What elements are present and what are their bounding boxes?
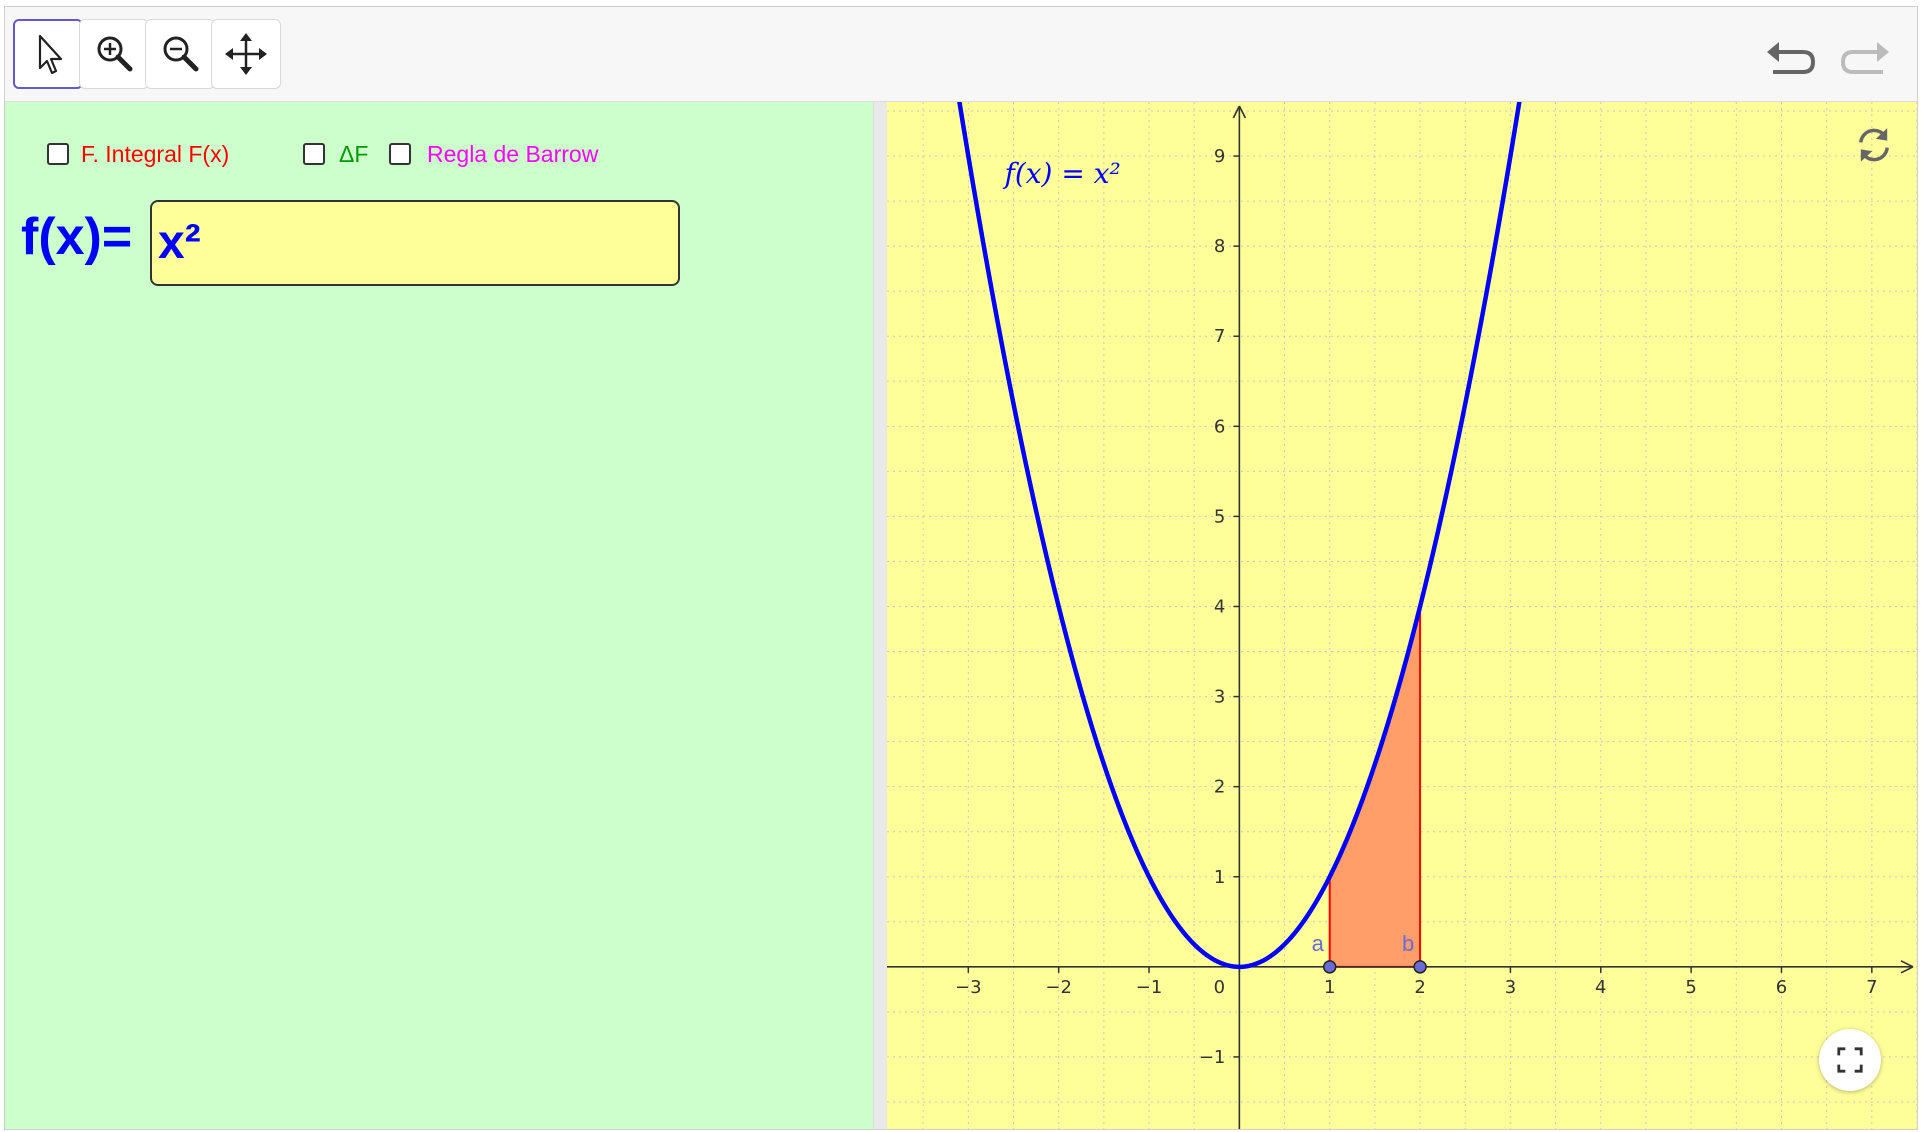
y-tick-label: −1 [1199, 1047, 1226, 1068]
checkbox-box[interactable] [47, 143, 69, 165]
redo-icon [1840, 42, 1889, 74]
arrow-pointer-icon [38, 34, 63, 75]
move-tool-button[interactable] [13, 19, 83, 89]
y-tick-label: 5 [1214, 506, 1225, 527]
x-tick-label: −3 [955, 977, 982, 998]
function-plot: −3 −2 −1 0 1 2 3 4 5 6 7 −1 1 2 3 4 5 6 7 8 9 f(x) = x² a b [887, 102, 1917, 1129]
function-label: f(x) = x² [1002, 157, 1120, 190]
integral-checkbox-label: F. Integral F(x) [81, 140, 230, 167]
y-tick-label: 3 [1214, 687, 1225, 708]
point-a [1322, 960, 1337, 974]
point-b [1413, 960, 1427, 974]
panel-divider[interactable] [873, 102, 887, 1129]
barrow-checkbox-label: Regla de Barrow [427, 140, 599, 167]
delta-f-checkbox-label: ΔF [339, 140, 369, 167]
y-tick-label: 1 [1214, 867, 1225, 888]
zoom-out-icon [163, 36, 199, 72]
function-input-label: f(x)= [21, 208, 133, 266]
y-tick-label: 2 [1214, 777, 1225, 798]
x-tick-label: 1 [1324, 977, 1335, 998]
toolbar [5, 7, 1917, 102]
fullscreen-icon [1837, 1047, 1863, 1073]
move-cross-icon [225, 33, 267, 75]
x-tick-label: 5 [1685, 977, 1696, 998]
fullscreen-button[interactable] [1819, 1029, 1881, 1091]
point-label-b: b [1402, 931, 1414, 956]
zoom-in-icon [97, 36, 133, 72]
reset-button[interactable] [1849, 120, 1899, 170]
graphics-view[interactable]: −3 −2 −1 0 1 2 3 4 5 6 7 −1 1 2 3 4 5 6 7 8 9 f(x) = x² a b [887, 102, 1917, 1129]
y-tick-label: 8 [1214, 236, 1225, 257]
redo-button[interactable] [1835, 31, 1895, 83]
x-tick-label: −1 [1136, 977, 1163, 998]
move-graphics-button[interactable] [211, 19, 281, 89]
integral-checkbox[interactable]: F. Integral F(x) [47, 139, 229, 169]
delta-f-checkbox[interactable]: ΔF [303, 139, 368, 169]
x-tick-label: 3 [1505, 977, 1516, 998]
barrow-checkbox[interactable]: Regla de Barrow [389, 139, 598, 169]
function-input[interactable]: x² [150, 200, 680, 286]
reset-icon [1859, 128, 1889, 162]
algebra-panel: F. Integral F(x) ΔF Regla de Barrow f(x)… [5, 102, 873, 1129]
y-tick-label: 6 [1214, 416, 1225, 437]
zoom-out-button[interactable] [145, 19, 215, 89]
x-tick-label: 7 [1866, 977, 1877, 998]
geogebra-app: F. Integral F(x) ΔF Regla de Barrow f(x)… [4, 6, 1918, 1130]
zoom-in-button[interactable] [79, 19, 149, 89]
x-tick-label: 6 [1776, 977, 1787, 998]
undo-button[interactable] [1761, 31, 1821, 83]
point-label-a: a [1312, 931, 1325, 956]
checkbox-box[interactable] [389, 143, 411, 165]
checkbox-box[interactable] [303, 143, 325, 165]
x-tick-label: −2 [1045, 977, 1072, 998]
x-tick-label: 4 [1595, 977, 1606, 998]
y-tick-label: 7 [1214, 326, 1225, 347]
undo-icon [1767, 42, 1816, 74]
x-tick-label: 0 [1214, 977, 1225, 998]
y-tick-label: 9 [1214, 146, 1225, 167]
x-tick-label: 2 [1414, 977, 1425, 998]
y-tick-label: 4 [1214, 596, 1225, 617]
